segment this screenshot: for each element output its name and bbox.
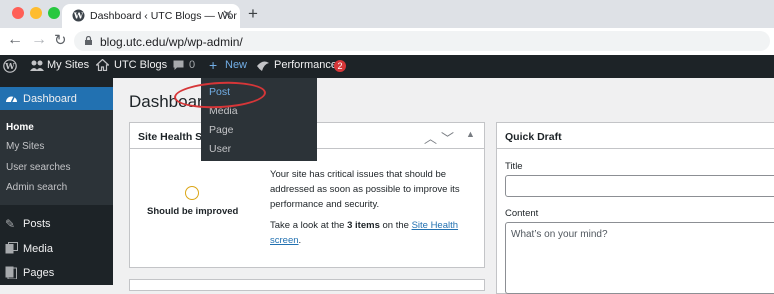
performance-link[interactable]: Performance xyxy=(274,59,337,71)
sidebar-subitem-admin-search[interactable]: Admin search xyxy=(6,182,67,193)
health-message: Your site has critical issues that shoul… xyxy=(270,169,460,210)
svg-text:W: W xyxy=(4,62,15,72)
media-icon xyxy=(5,242,18,254)
tab-title: Dashboard ‹ UTC Blogs — Wor xyxy=(90,10,237,22)
health-status-label: Should be improved xyxy=(147,206,239,217)
site-name-link[interactable]: UTC Blogs xyxy=(114,59,167,71)
comment-icon[interactable] xyxy=(173,60,184,71)
sidebar-subitem-user-searches[interactable]: User searches xyxy=(6,162,70,173)
lock-icon xyxy=(85,36,92,45)
wordpress-logo-icon[interactable]: W xyxy=(3,59,17,73)
move-down-icon[interactable]: ﹀ xyxy=(441,128,454,147)
reload-icon[interactable]: ↻ xyxy=(54,31,67,49)
svg-text:W: W xyxy=(73,12,84,22)
sidebar-subitem-my-sites[interactable]: My Sites xyxy=(6,141,44,152)
url-text[interactable]: blog.utc.edu/wp/wp-admin/ xyxy=(100,35,243,49)
tab-close-icon[interactable]: ✕ xyxy=(222,7,233,23)
performance-badge: 2 xyxy=(334,60,346,72)
dashboard-icon xyxy=(6,96,17,103)
health-take-look: Take a look at the 3 items on the Site H… xyxy=(270,220,459,246)
close-window-icon[interactable] xyxy=(12,7,24,19)
site-health-title: Site Health S xyxy=(138,131,203,143)
sidebar-item-posts[interactable]: Posts xyxy=(23,218,51,230)
collapse-toggle-icon[interactable]: ▲ xyxy=(466,129,475,139)
sidebar-item-pages[interactable]: Pages xyxy=(23,267,54,279)
my-sites-link[interactable]: My Sites xyxy=(47,59,89,71)
menu-item-page[interactable]: Page xyxy=(209,124,234,136)
performance-icon xyxy=(257,61,269,71)
plus-icon: + xyxy=(209,57,218,73)
health-progress-icon xyxy=(185,186,199,200)
new-content-link[interactable]: New xyxy=(225,59,247,71)
quick-draft-title: Quick Draft xyxy=(505,131,562,143)
wordpress-favicon-icon: W xyxy=(72,9,85,22)
new-tab-icon[interactable]: + xyxy=(248,4,258,24)
menu-item-user[interactable]: User xyxy=(209,143,231,155)
draft-content-placeholder: What’s on your mind? xyxy=(511,229,608,240)
home-icon xyxy=(96,59,109,71)
back-icon[interactable]: ← xyxy=(7,31,23,49)
move-up-icon[interactable]: ︿ xyxy=(424,128,437,147)
draft-title-label: Title xyxy=(505,161,523,172)
draft-title-input[interactable] xyxy=(505,175,774,197)
second-panel xyxy=(129,279,485,291)
sidebar-subitem-home[interactable]: Home xyxy=(6,122,34,133)
draft-content-label: Content xyxy=(505,208,539,219)
sidebar-item-media[interactable]: Media xyxy=(23,243,53,255)
forward-icon[interactable]: → xyxy=(31,31,47,49)
pages-icon xyxy=(5,266,17,279)
sidebar-dashboard-label: Dashboard xyxy=(23,93,77,105)
my-sites-icon xyxy=(30,60,44,71)
pin-icon: ✎ xyxy=(5,217,16,231)
maximize-window-icon[interactable] xyxy=(48,7,60,19)
comments-count[interactable]: 0 xyxy=(189,59,195,71)
minimize-window-icon[interactable] xyxy=(30,7,42,19)
